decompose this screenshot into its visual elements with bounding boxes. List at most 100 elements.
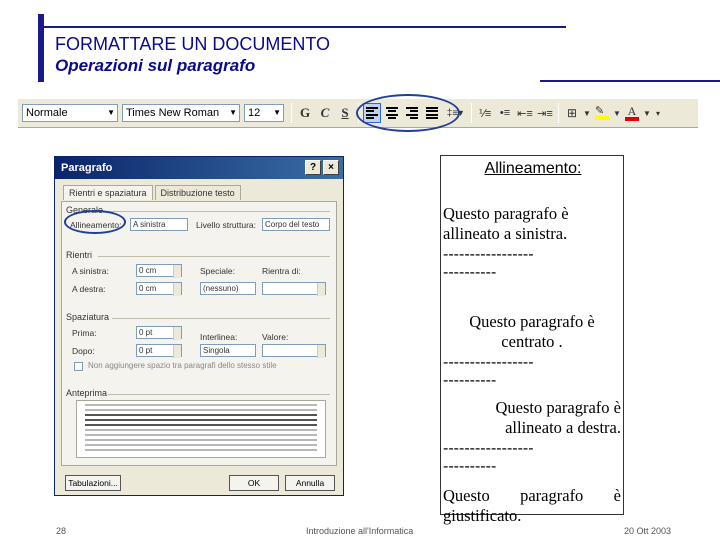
group-preview-label: Anteprima	[66, 388, 108, 398]
spinner-icon[interactable]	[317, 283, 325, 296]
numbering-button[interactable]: ⅟≡	[476, 103, 494, 123]
style-select[interactable]: Normale ▼	[22, 104, 118, 122]
slide-title-rule	[540, 80, 720, 82]
para-left-aligned: Questo paragrafo è allineato a sinistra.	[443, 204, 569, 243]
chevron-down-icon: ▼	[107, 108, 115, 117]
para-justified: Questo paragrafo è giustificato.	[443, 486, 621, 525]
alignment-select[interactable]: A sinistra	[130, 218, 188, 231]
indent-right-input[interactable]: 0 cm	[136, 282, 182, 296]
font-size-select[interactable]: 12 ▼	[244, 104, 284, 122]
group-divider	[106, 211, 330, 212]
bold-button[interactable]: G	[296, 103, 314, 123]
tab-panel: Generale Allineamento: A sinistra Livell…	[61, 201, 337, 466]
chevron-down-icon: ▼	[273, 108, 281, 117]
chevron-down-icon: ▼	[229, 108, 237, 117]
line-spacing-value: Singola	[203, 346, 230, 355]
close-button[interactable]: ×	[323, 160, 339, 175]
font-select[interactable]: Times New Roman ▼	[122, 104, 240, 122]
ok-button[interactable]: OK	[229, 475, 279, 491]
increase-indent-icon: ⇥≡	[537, 107, 553, 120]
alignment-examples-box: Allineamento: Questo paragrafo è allinea…	[440, 155, 624, 525]
slide-title: FORMATTARE UN DOCUMENTO	[55, 34, 330, 54]
special-indent-select[interactable]: (nessuno)	[200, 282, 256, 295]
special-indent-label: Speciale:	[200, 266, 235, 276]
spacing-after-label: Dopo:	[72, 346, 95, 356]
outline-level-value: Corpo del testo	[265, 220, 320, 229]
spinner-icon[interactable]	[173, 265, 181, 278]
page-number: 28	[56, 526, 67, 536]
tab-line-page-breaks[interactable]: Distribuzione testo	[154, 185, 241, 200]
spacing-before-value: 0 pt	[139, 328, 153, 337]
spinner-icon[interactable]	[317, 345, 325, 358]
indent-by-input[interactable]	[262, 282, 326, 296]
chevron-down-icon: ▼	[643, 108, 651, 118]
indent-left-input[interactable]: 0 cm	[136, 264, 182, 278]
group-indent-label: Rientri	[66, 250, 93, 260]
decrease-indent-icon: ⇤≡	[517, 107, 533, 120]
highlight-dropdown[interactable]: ▼	[613, 103, 621, 123]
spinner-icon[interactable]	[173, 283, 181, 296]
line-spacing-label: Interlinea:	[200, 332, 238, 342]
numbered-list-icon: ⅟≡	[478, 107, 492, 120]
italic-button[interactable]: C	[316, 103, 334, 123]
toolbar-separator	[291, 103, 292, 123]
separator-dashes: ----------	[443, 264, 497, 281]
indent-left-value: 0 cm	[139, 266, 157, 275]
border-icon: ⊞	[566, 106, 578, 120]
cancel-button[interactable]: Annulla	[285, 475, 335, 491]
special-indent-value: (nessuno)	[203, 284, 239, 293]
toolbar-separator	[471, 103, 472, 123]
font-color-dropdown[interactable]: ▼	[643, 103, 651, 123]
bullets-button[interactable]: •≡	[496, 103, 514, 123]
borders-dropdown[interactable]: ▼	[583, 103, 591, 123]
dialog-titlebar: Paragrafo ? ×	[55, 157, 343, 179]
borders-button[interactable]: ⊞	[563, 103, 581, 123]
slide-top-rule	[44, 26, 566, 28]
help-button[interactable]: ?	[305, 160, 321, 175]
footer-course: Introduzione all'Informatica	[306, 526, 414, 536]
font-size-value: 12	[248, 107, 261, 119]
outline-level-select[interactable]: Corpo del testo	[262, 218, 330, 231]
footer-date: 20 Ott 2003	[624, 526, 672, 536]
spinner-icon[interactable]	[173, 345, 181, 358]
group-divider	[98, 256, 330, 257]
tabs-button[interactable]: Tabulazioni...	[65, 475, 121, 491]
spacing-before-input[interactable]: 0 pt	[136, 326, 182, 340]
slide-subtitle: Operazioni sul paragrafo	[55, 56, 256, 75]
highlight-button[interactable]: ✎	[593, 103, 611, 123]
style-value: Normale	[26, 107, 68, 119]
separator-dashes: ----------	[443, 458, 497, 475]
spacing-after-input[interactable]: 0 pt	[136, 344, 182, 358]
chevron-down-icon: ▼	[583, 108, 591, 118]
line-spacing-at-input[interactable]	[262, 344, 326, 358]
highlighter-icon: ✎	[595, 106, 609, 120]
decrease-indent-button[interactable]: ⇤≡	[516, 103, 534, 123]
dont-add-space-label: Non aggiungere spazio tra paragrafi dell…	[88, 361, 277, 370]
toolbar-options[interactable]: ▾	[653, 103, 663, 123]
more-options-icon: ▾	[655, 108, 660, 118]
alignment-field-highlight	[64, 210, 126, 234]
examples-heading: Allineamento:	[484, 160, 582, 177]
tab-indents-spacing[interactable]: Rientri e spaziatura	[63, 185, 153, 200]
indent-right-label: A destra:	[72, 284, 106, 294]
separator-dashes: -----------------	[443, 354, 534, 371]
slide-accent-bar	[38, 14, 44, 82]
group-spacing-label: Spaziatura	[66, 312, 110, 322]
dialog-title: Paragrafo	[61, 162, 113, 174]
indent-by-label: Rientra di:	[262, 266, 301, 276]
paragraph-dialog: Paragrafo ? × Rientri e spaziatura Distr…	[54, 156, 344, 496]
font-color-button[interactable]: A	[623, 103, 641, 123]
underline-button[interactable]: S	[336, 103, 354, 123]
para-centered: Questo paragrafo è centrato .	[469, 312, 595, 351]
line-spacing-select[interactable]: Singola	[200, 344, 256, 357]
group-divider	[112, 318, 330, 319]
line-spacing-at-label: Valore:	[262, 332, 289, 342]
dont-add-space-checkbox[interactable]	[74, 362, 83, 371]
spinner-icon[interactable]	[173, 327, 181, 340]
group-divider	[108, 394, 330, 395]
spacing-after-value: 0 pt	[139, 346, 153, 355]
outline-level-label: Livello struttura:	[196, 220, 256, 230]
separator-dashes: -----------------	[443, 440, 534, 457]
increase-indent-button[interactable]: ⇥≡	[536, 103, 554, 123]
separator-dashes: -----------------	[443, 246, 534, 263]
